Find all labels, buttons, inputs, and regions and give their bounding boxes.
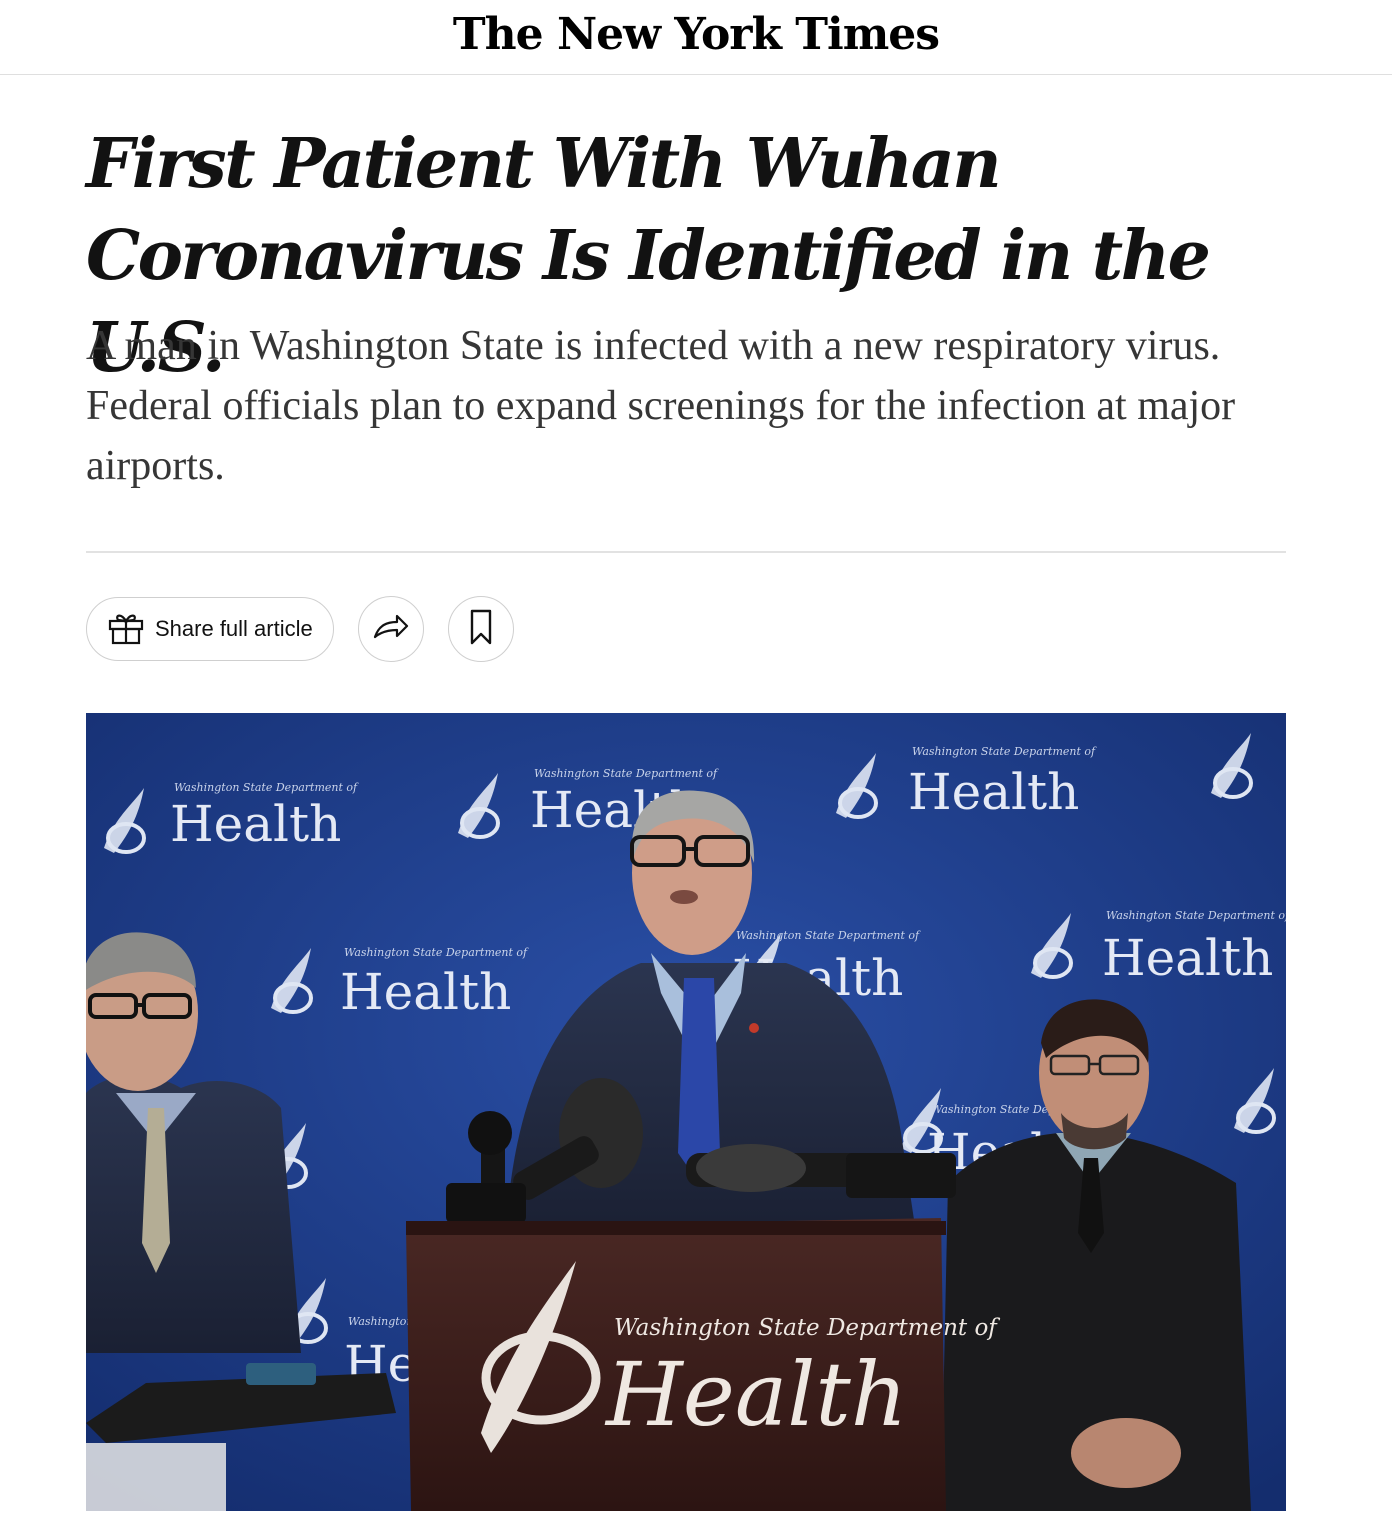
masthead: The New York Times [0, 0, 1392, 75]
divider [86, 551, 1286, 553]
summary: A man in Washington State is infected wi… [86, 323, 1236, 489]
svg-text:Washington State Department of: Washington State Department of [174, 781, 359, 794]
svg-text:Health: Health [170, 795, 341, 853]
svg-text:Health: Health [604, 1343, 907, 1446]
svg-text:Washington State Department of: Washington State Department of [736, 929, 921, 942]
svg-text:Health: Health [1102, 929, 1273, 987]
forward-arrow-icon [371, 607, 411, 652]
save-bookmark-button[interactable] [447, 596, 514, 662]
bookmark-icon [461, 607, 501, 652]
svg-text:Washington State Department of: Washington State Department of [344, 946, 529, 959]
article-toolbar: Share full article [86, 595, 514, 663]
svg-text:Health: Health [340, 963, 511, 1021]
svg-text:Washington State Department of: Washington State Department of [1106, 909, 1286, 922]
share-full-article-button[interactable]: Share full article [86, 597, 334, 661]
svg-text:Health: Health [908, 763, 1079, 821]
svg-text:Washington State Department of: Washington State Department of [534, 767, 719, 780]
svg-text:Washington State Department of: Washington State Department of [614, 1315, 1000, 1341]
press-conference-image: Washington State Department of Health Wa… [86, 713, 1286, 1511]
svg-text:Washington State Department of: Washington State Department of [912, 745, 1097, 758]
gift-icon [107, 608, 155, 651]
lead-photo: Washington State Department of Health Wa… [86, 713, 1286, 1511]
nyt-logo[interactable]: The New York Times [453, 9, 940, 60]
share-button-label: Share full article [155, 616, 313, 641]
share-button[interactable] [357, 596, 424, 662]
podium: Washington State Department of Health [406, 1218, 1000, 1511]
